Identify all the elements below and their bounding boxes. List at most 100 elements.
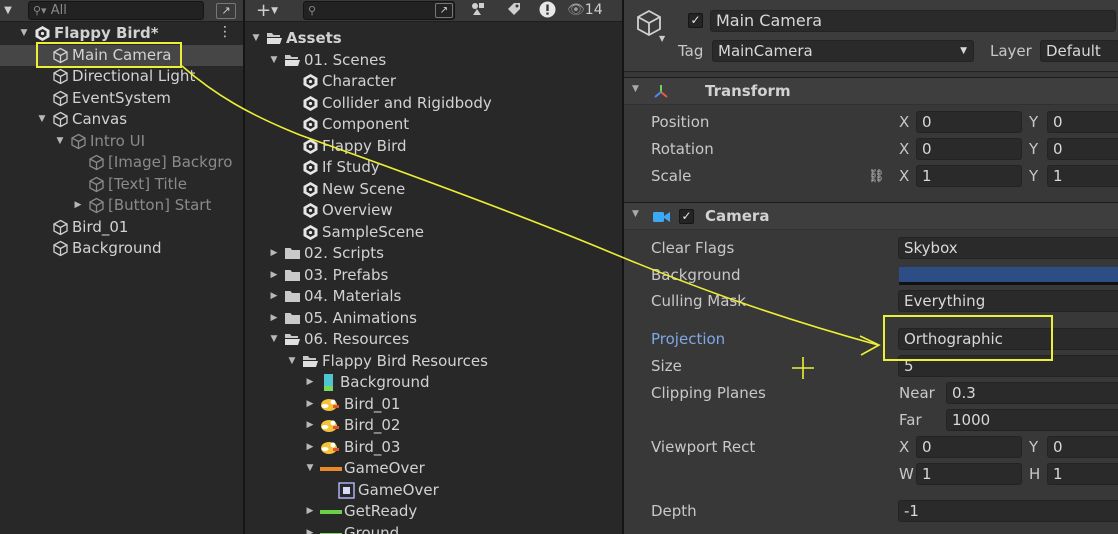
hierarchy-item[interactable]: [Text] Title bbox=[0, 174, 243, 195]
search-by-type-icon[interactable]: ↗ bbox=[435, 3, 453, 18]
hierarchy-panel: ▼ ⚲▾ All ↗ ▼ Flappy Bird* Main Camera Direc… bbox=[0, 0, 243, 534]
expand-right-arrow-icon[interactable]: ▶ bbox=[304, 437, 316, 458]
depth-row: Depth -1 bbox=[624, 499, 1118, 524]
project-item[interactable]: SampleScene bbox=[245, 222, 622, 243]
expand-down-arrow-icon[interactable]: ▼ bbox=[18, 23, 30, 44]
project-item[interactable]: ▶ Ground bbox=[245, 523, 622, 534]
project-item[interactable]: ▼ 01. Scenes bbox=[245, 50, 622, 71]
project-item[interactable]: New Scene bbox=[245, 179, 622, 200]
project-item[interactable]: Flappy Bird bbox=[245, 136, 622, 157]
icon-picker-chevron-icon[interactable]: ▼ bbox=[659, 34, 665, 43]
project-item[interactable]: ▶ Bird_03 bbox=[245, 437, 622, 458]
project-item-label: 05. Animations bbox=[304, 308, 417, 327]
gameobject-icon bbox=[52, 68, 69, 85]
scale-x-input[interactable]: 1 bbox=[916, 165, 1022, 187]
project-item[interactable]: ▶ Bird_01 bbox=[245, 394, 622, 415]
create-asset-button[interactable]: +▼ bbox=[251, 1, 283, 20]
project-item[interactable]: Component bbox=[245, 114, 622, 135]
background-row-label: Background bbox=[651, 266, 741, 284]
constrain-proportions-link-icon[interactable]: ⛓ bbox=[868, 164, 885, 189]
layer-dropdown[interactable]: Default bbox=[1040, 40, 1118, 62]
active-checkbox[interactable]: ✓ bbox=[688, 13, 703, 28]
hierarchy-item[interactable]: Directional Light bbox=[0, 66, 243, 87]
hierarchy-item[interactable]: [Image] Backgro bbox=[0, 152, 243, 173]
expand-down-arrow-icon[interactable]: ▼ bbox=[36, 109, 48, 130]
hierarchy-item[interactable]: ▼ Intro UI bbox=[0, 131, 243, 152]
project-item[interactable]: ▼ Flappy Bird Resources bbox=[245, 351, 622, 372]
expand-right-arrow-icon[interactable]: ▶ bbox=[72, 195, 84, 216]
rotation-y-axis-label: Y bbox=[1029, 140, 1039, 158]
rotation-x-input[interactable]: 0 bbox=[916, 138, 1022, 160]
hidden-packages-toggle[interactable]: 👁14 bbox=[567, 1, 617, 20]
expand-down-arrow-icon[interactable]: ▼ bbox=[304, 458, 316, 479]
expand-down-arrow-icon[interactable]: ▼ bbox=[54, 131, 66, 152]
position-y-input[interactable]: 0 bbox=[1047, 111, 1118, 133]
expand-right-arrow-icon[interactable]: ▶ bbox=[268, 265, 280, 286]
project-item[interactable]: ▶ 05. Animations bbox=[245, 308, 622, 329]
project-item[interactable]: Collider and Rigidbody bbox=[245, 93, 622, 114]
hierarchy-menu-arrow-icon[interactable]: ▼ bbox=[2, 1, 14, 20]
position-x-input[interactable]: 0 bbox=[916, 111, 1022, 133]
project-item[interactable]: If Study bbox=[245, 157, 622, 178]
viewport-y-value: 0 bbox=[1053, 438, 1063, 456]
camera-enabled-checkbox[interactable]: ✓ bbox=[679, 209, 694, 224]
far-input[interactable]: 1000 bbox=[946, 409, 1118, 431]
expand-right-arrow-icon[interactable]: ▶ bbox=[304, 415, 316, 436]
position-x-axis-label: X bbox=[899, 113, 910, 131]
depth-input[interactable]: -1 bbox=[898, 500, 1118, 522]
project-item[interactable]: ▼ GameOver bbox=[245, 458, 622, 479]
project-item-label: Ground bbox=[344, 523, 400, 534]
project-search-input[interactable]: ⚲ bbox=[303, 1, 455, 20]
unity-scene-icon bbox=[302, 224, 319, 241]
clear-flags-dropdown-input[interactable]: Skybox bbox=[898, 237, 1118, 259]
filter-by-label-icon[interactable] bbox=[505, 1, 523, 20]
expand-right-arrow-icon[interactable]: ▶ bbox=[304, 501, 316, 522]
viewport-y-input[interactable]: 0 bbox=[1047, 436, 1118, 458]
hierarchy-item[interactable]: ▶ [Button] Start bbox=[0, 195, 243, 216]
project-item[interactable]: ▶ 03. Prefabs bbox=[245, 265, 622, 286]
project-item[interactable]: ▶ 04. Materials bbox=[245, 286, 622, 307]
hierarchy-item[interactable]: Bird_01 bbox=[0, 217, 243, 238]
project-item[interactable]: GameOver bbox=[245, 480, 622, 501]
expand-down-arrow-icon[interactable]: ▼ bbox=[286, 351, 298, 372]
object-name-input[interactable]: Main Camera bbox=[710, 10, 1116, 32]
expand-right-arrow-icon[interactable]: ▶ bbox=[268, 308, 280, 329]
viewport-w-input[interactable]: 1 bbox=[916, 463, 1022, 485]
project-item[interactable]: ▼ Assets bbox=[245, 28, 622, 49]
expand-down-arrow-icon[interactable]: ▼ bbox=[268, 50, 280, 71]
expand-right-arrow-icon[interactable]: ▶ bbox=[304, 523, 316, 534]
expand-right-arrow-icon[interactable]: ▶ bbox=[304, 372, 316, 393]
hierarchy-item[interactable]: EventSystem bbox=[0, 88, 243, 109]
project-item[interactable]: Overview bbox=[245, 200, 622, 221]
hierarchy-item[interactable]: ▼ Flappy Bird* bbox=[0, 23, 243, 44]
expand-down-arrow-icon[interactable]: ▼ bbox=[268, 329, 280, 350]
expand-down-arrow-icon[interactable]: ▼ bbox=[250, 28, 262, 49]
tag-dropdown[interactable]: MainCamera ▼ bbox=[712, 40, 974, 62]
hierarchy-item[interactable]: ▼ Canvas bbox=[0, 109, 243, 130]
console-error-icon[interactable] bbox=[538, 1, 556, 20]
camera-component-header[interactable]: ▼ ✓ Camera bbox=[624, 202, 1118, 230]
near-input[interactable]: 0.3 bbox=[946, 382, 1118, 404]
background-color-swatch[interactable] bbox=[899, 267, 1118, 285]
depth-value: -1 bbox=[904, 502, 919, 520]
hierarchy-search-input[interactable]: ⚲▾ All bbox=[28, 1, 204, 20]
project-item[interactable]: ▶ Bird_02 bbox=[245, 415, 622, 436]
project-item[interactable]: ▶ 02. Scripts bbox=[245, 243, 622, 264]
hierarchy-item[interactable]: Background bbox=[0, 238, 243, 259]
expand-right-arrow-icon[interactable]: ▶ bbox=[304, 394, 316, 415]
scale-y-input[interactable]: 1 bbox=[1047, 165, 1118, 187]
viewport-x-input[interactable]: 0 bbox=[916, 436, 1022, 458]
scene-more-menu-icon[interactable]: ⋮ bbox=[218, 23, 232, 42]
expand-right-arrow-icon[interactable]: ▶ bbox=[268, 286, 280, 307]
open-scene-icon[interactable]: ↗ bbox=[216, 3, 236, 19]
transform-component-header[interactable]: ▼ Transform bbox=[624, 77, 1118, 105]
rotation-y-input[interactable]: 0 bbox=[1047, 138, 1118, 160]
project-item[interactable]: ▼ 06. Resources bbox=[245, 329, 622, 350]
project-item[interactable]: Character bbox=[245, 71, 622, 92]
expand-right-arrow-icon[interactable]: ▶ bbox=[268, 243, 280, 264]
filter-by-type-icon[interactable] bbox=[469, 1, 487, 20]
culling-mask-dropdown-input[interactable]: Everything bbox=[898, 290, 1118, 312]
viewport-h-input[interactable]: 1 bbox=[1047, 463, 1118, 485]
project-item[interactable]: ▶ GetReady bbox=[245, 501, 622, 522]
project-item[interactable]: ▶ Background bbox=[245, 372, 622, 393]
